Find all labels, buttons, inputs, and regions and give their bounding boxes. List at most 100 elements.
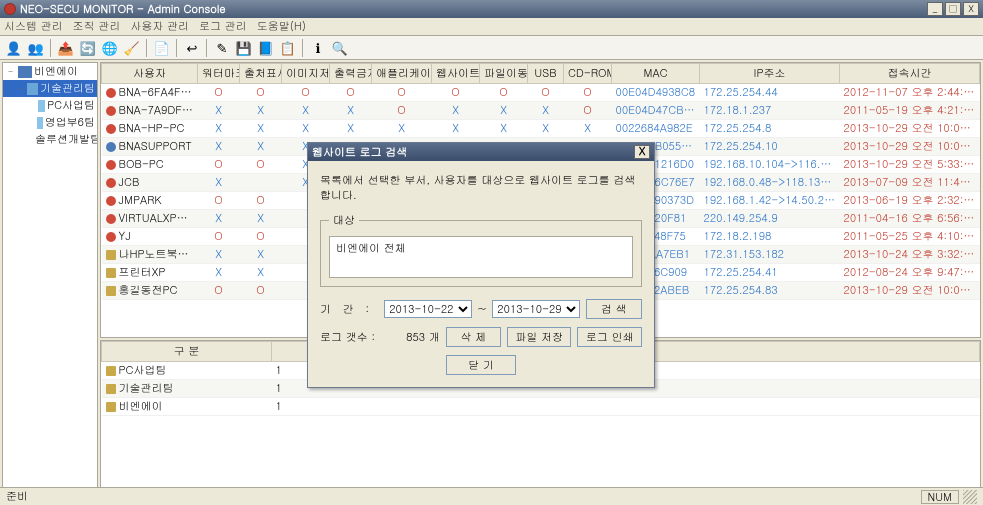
table-row[interactable]: 비엔에이1 <box>102 398 980 416</box>
tool-user-icon[interactable]: 👤 <box>4 38 24 58</box>
tool-undo-icon[interactable]: ↩ <box>182 38 202 58</box>
ip-cell: 172.18.1.237 <box>700 102 840 120</box>
date-to-select[interactable]: 2013-10-29 <box>492 300 579 318</box>
tool-globe-icon[interactable]: 🌐 <box>100 38 120 58</box>
tool-save-icon[interactable]: 💾 <box>234 38 254 58</box>
column-header[interactable]: 워터마크 <box>198 64 240 84</box>
status-ready: 준비 <box>6 489 28 504</box>
time-cell: 2013-10-29 오전 5:33:26 <box>840 156 980 174</box>
user-cell: 프린터XP <box>102 264 198 282</box>
menu-item[interactable]: 도움말(H) <box>257 19 306 34</box>
dialog-description: 목록에서 선택한 부서, 사용자를 대상으로 웹사이트 로그를 검색합니다. <box>320 173 642 203</box>
column-header[interactable]: 이미지저장 <box>282 64 330 84</box>
menu-item[interactable]: 조직 관리 <box>73 19 121 34</box>
time-cell: 2013-10-29 오전 10:01:26 <box>840 120 980 138</box>
flag-cell: X <box>240 246 282 264</box>
column-header[interactable]: 애플리케이션 <box>372 64 432 84</box>
user-cell: 홍길동전PC <box>102 282 198 300</box>
minimize-button[interactable]: _ <box>927 2 943 16</box>
flag-cell: X <box>372 120 432 138</box>
group-icon <box>106 384 116 394</box>
tree-item[interactable]: -기술관리팀 <box>3 80 97 97</box>
tool-book-icon[interactable]: 📘 <box>256 38 276 58</box>
flag-cell: O <box>198 84 240 102</box>
column-header[interactable]: CD-ROM <box>564 64 612 84</box>
date-from-select[interactable]: 2013-10-22 <box>384 300 471 318</box>
column-header[interactable]: 접속시간 <box>840 64 980 84</box>
tree-expand-icon[interactable]: - <box>5 65 16 78</box>
print-log-button[interactable]: 로그 인쇄 <box>577 327 642 347</box>
tree-panel[interactable]: -비엔에이-기술관리팀PC사업팀영업부6팀솔루션개발팀 <box>2 62 98 488</box>
target-value: 비엔에이 전체 <box>336 241 406 256</box>
maximize-button[interactable]: □ <box>945 2 961 16</box>
tool-group-icon[interactable]: 👥 <box>26 38 46 58</box>
tool-copy-icon[interactable]: 📄 <box>152 38 172 58</box>
toolbar-separator <box>146 39 148 57</box>
group-cell: PC사업팀 <box>102 362 272 380</box>
tool-edit-icon[interactable]: ✎ <box>212 38 232 58</box>
group-cell: 비엔에이 <box>102 398 272 416</box>
window-buttons: _ □ X <box>927 2 979 16</box>
close-dialog-button[interactable]: 닫 기 <box>446 355 516 375</box>
flag-cell: O <box>282 84 330 102</box>
table-row[interactable]: BNA-6FA4FAF9...OOOOOOOOO00E04D4938C8172.… <box>102 84 980 102</box>
flag-cell: X <box>198 174 240 192</box>
column-header[interactable]: 출처표시 <box>240 64 282 84</box>
user-cell: JCB <box>102 174 198 192</box>
flag-cell: X <box>480 120 528 138</box>
user-cell: BNA-6FA4FAF9... <box>102 84 198 102</box>
tool-search-icon[interactable]: 🔍 <box>330 38 350 58</box>
count-row: 로그 갯수 : 853 개 삭 제 파일 저장 로그 인쇄 <box>320 327 642 347</box>
flag-cell: O <box>564 84 612 102</box>
table-row[interactable]: BNA-HP-PCXXXXXXXXX0022684A982E172.25.254… <box>102 120 980 138</box>
tree-item[interactable]: PC사업팀 <box>3 97 97 114</box>
tool-clean-icon[interactable]: 🧹 <box>122 38 142 58</box>
tool-info-icon[interactable]: ℹ <box>308 38 328 58</box>
search-button[interactable]: 검 색 <box>586 299 642 319</box>
menu-item[interactable]: 사용자 관리 <box>130 19 189 34</box>
flag-cell: O <box>240 156 282 174</box>
table-row[interactable]: BNA-7A9DF3A3...XXXXOXXXO00E04D47CB9C172.… <box>102 102 980 120</box>
ip-cell: 192.168.1.42->14.50.221.254 <box>700 192 840 210</box>
time-cell: 2012-11-07 오후 2:44:54 <box>840 84 980 102</box>
tree-expand-icon[interactable]: - <box>17 82 25 95</box>
flag-cell: X <box>330 102 372 120</box>
tool-export-icon[interactable]: 📤 <box>56 38 76 58</box>
menu-item[interactable]: 시스템 관리 <box>4 19 63 34</box>
ip-cell: 192.168.0.48->118.130.236... <box>700 174 840 192</box>
time-cell: 2013-10-29 오전 10:01:21 <box>840 282 980 300</box>
flag-cell: X <box>198 210 240 228</box>
tree-item[interactable]: -비엔에이 <box>3 63 97 80</box>
time-cell: 2013-06-19 오후 2:32:25 <box>840 192 980 210</box>
delete-button[interactable]: 삭 제 <box>446 327 501 347</box>
column-header[interactable]: IP주소 <box>700 64 840 84</box>
column-header[interactable]: 웹사이트 <box>432 64 480 84</box>
flag-cell: X <box>564 120 612 138</box>
column-header[interactable]: USB <box>528 64 564 84</box>
ip-cell: 172.25.254.10 <box>700 138 840 156</box>
save-file-button[interactable]: 파일 저장 <box>507 327 572 347</box>
flag-cell: X <box>528 120 564 138</box>
tree-item[interactable]: 솔루션개발팀 <box>3 131 97 148</box>
dialog-button-row: 닫 기 <box>320 355 642 375</box>
dialog-title: 웹사이트 로그 검색 <box>312 145 407 160</box>
dialog-titlebar[interactable]: 웹사이트 로그 검색 X <box>308 143 654 161</box>
column-header[interactable]: MAC <box>612 64 700 84</box>
tree-item[interactable]: 영업부6팀 <box>3 114 97 131</box>
menu-item[interactable]: 로그 관리 <box>199 19 247 34</box>
close-button[interactable]: X <box>963 2 979 16</box>
resize-grip-icon[interactable] <box>963 490 977 504</box>
column-header[interactable]: 출력금지 <box>330 64 372 84</box>
dialog-close-button[interactable]: X <box>634 145 650 159</box>
tool-refresh-icon[interactable]: 🔄 <box>78 38 98 58</box>
column-header[interactable]: 파일이동 <box>480 64 528 84</box>
flag-cell: X <box>240 138 282 156</box>
statusbar: 준비 NUM <box>0 487 983 505</box>
tool-paste-icon[interactable]: 📋 <box>278 38 298 58</box>
flag-cell: X <box>528 102 564 120</box>
column-header[interactable]: 구 분 <box>102 342 272 362</box>
status-icon <box>106 88 116 98</box>
time-cell: 2011-05-25 오후 4:10:31 <box>840 228 980 246</box>
column-header[interactable]: 사용자 <box>102 64 198 84</box>
status-icon <box>106 196 116 206</box>
